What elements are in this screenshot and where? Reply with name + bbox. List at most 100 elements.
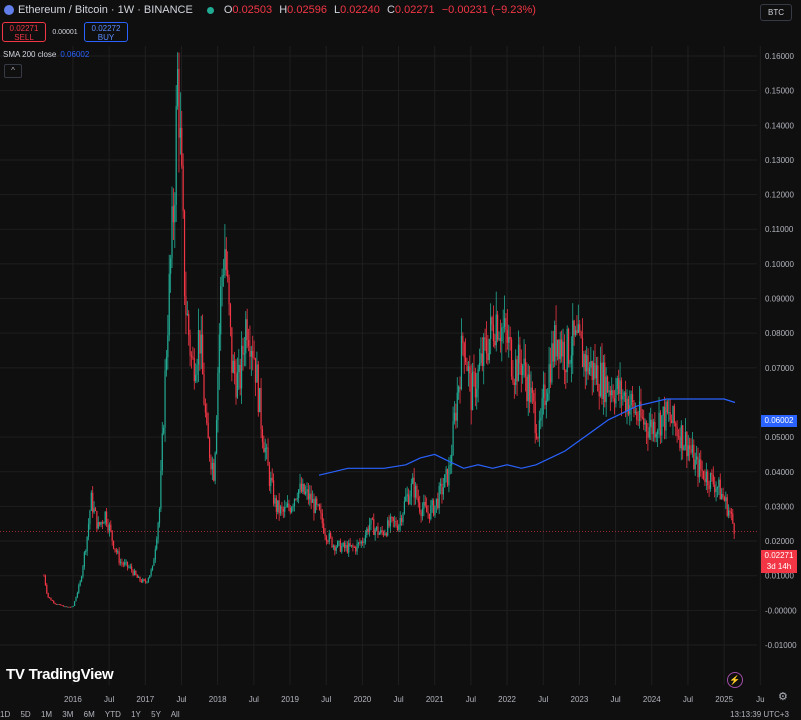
candle-body xyxy=(240,345,243,389)
candle-body xyxy=(577,324,579,334)
candle-body xyxy=(584,354,586,372)
candle-body xyxy=(630,394,632,406)
candle-body xyxy=(215,420,218,454)
y-tick-label: 0.08000 xyxy=(765,329,794,338)
candle-body xyxy=(213,462,215,481)
candle-body xyxy=(406,494,408,497)
candle-body xyxy=(595,365,598,379)
candle-body xyxy=(559,339,561,360)
candle-body xyxy=(583,354,585,368)
candle-body xyxy=(485,339,488,354)
spread-value: 0.00001 xyxy=(52,28,78,36)
candle-body xyxy=(218,334,220,373)
indicator-legend[interactable]: SMA 200 close 0.06002 xyxy=(3,50,89,59)
y-tick-label: 0.03000 xyxy=(765,502,794,511)
candle-body xyxy=(44,575,46,585)
candle-body xyxy=(271,477,273,481)
settings-gear-icon[interactable]: ⚙ xyxy=(778,690,788,703)
range-5d[interactable]: 5D xyxy=(20,710,30,719)
tradingview-logo[interactable]: TV TradingView xyxy=(6,666,114,683)
clock-display[interactable]: 13:13:39 UTC+3 xyxy=(730,710,789,719)
candle-body xyxy=(369,524,371,532)
candle-body xyxy=(266,447,268,449)
y-tick-label: 0.16000 xyxy=(765,52,794,61)
candle-body xyxy=(403,501,405,514)
candle-body xyxy=(164,370,166,428)
candle-body xyxy=(645,422,648,432)
range-all[interactable]: All xyxy=(171,710,180,719)
candle-body xyxy=(87,524,90,537)
logo-text: TradingView xyxy=(28,666,114,683)
candle-body xyxy=(654,421,656,438)
candle-body xyxy=(488,338,490,361)
currency-button[interactable]: BTC xyxy=(760,4,792,21)
candle-body xyxy=(250,350,252,357)
candle-body xyxy=(556,339,559,357)
range-6m[interactable]: 6M xyxy=(84,710,95,719)
x-tick-label: 2016 xyxy=(64,695,82,704)
lightning-icon[interactable]: ⚡ xyxy=(727,672,743,688)
candle-body xyxy=(114,548,116,550)
candle-body xyxy=(597,365,599,392)
candle-body xyxy=(314,498,316,513)
candle-body xyxy=(295,499,297,500)
candle-body xyxy=(150,569,152,576)
candle-body xyxy=(442,487,444,495)
candle-body xyxy=(259,388,261,412)
candle-body xyxy=(467,366,469,372)
candle-body xyxy=(261,429,264,443)
candle-body xyxy=(170,258,172,274)
x-tick-label: 2025 xyxy=(715,695,733,704)
candle-body xyxy=(502,326,504,328)
candle-body xyxy=(78,585,80,593)
buy-button[interactable]: 0.02272 BUY xyxy=(84,22,128,42)
range-3m[interactable]: 3M xyxy=(62,710,73,719)
candle-body xyxy=(684,432,687,447)
candle-body xyxy=(530,387,532,403)
candle-body xyxy=(446,468,449,486)
candle-body xyxy=(465,357,467,362)
candle-body xyxy=(48,597,51,599)
sell-price: 0.02271 xyxy=(9,24,39,33)
candle-body xyxy=(619,380,621,394)
candle-body xyxy=(239,364,241,389)
candle-body xyxy=(702,470,705,479)
candle-body xyxy=(402,513,404,523)
x-tick-label: 2018 xyxy=(209,695,227,704)
candle-body xyxy=(469,366,471,374)
range-ytd[interactable]: YTD xyxy=(105,710,121,719)
sell-button[interactable]: 0.02271 SELL xyxy=(2,22,46,42)
candle-body xyxy=(316,498,318,505)
candle-body xyxy=(275,498,277,512)
bottom-toolbar: 1D 5D 1M 3M 6M YTD 1Y 5Y All 13:13:39 UT… xyxy=(0,710,801,720)
range-1y[interactable]: 1Y xyxy=(131,710,141,719)
candle-body xyxy=(47,593,49,598)
candle-body xyxy=(602,362,604,399)
candle-body xyxy=(608,390,610,393)
candle-body xyxy=(375,526,378,530)
range-1m[interactable]: 1M xyxy=(41,710,52,719)
candle-body xyxy=(144,580,147,583)
candle-body xyxy=(716,487,719,489)
y-tick-label: 0.01000 xyxy=(765,572,794,581)
price-chart[interactable]: 0.16000 0.15000 0.14000 0.13000 0.12000 0.110… xyxy=(0,0,801,720)
candle-body xyxy=(542,384,545,399)
candle-body xyxy=(146,581,148,583)
candle-body xyxy=(175,106,177,205)
candle-body xyxy=(133,570,136,576)
y-tick-label: 0.12000 xyxy=(765,191,794,200)
candle-body xyxy=(730,511,732,514)
range-5y[interactable]: 5Y xyxy=(151,710,161,719)
candle-body xyxy=(147,578,149,582)
candle-body xyxy=(636,411,638,420)
candle-body xyxy=(615,388,617,404)
candle-body xyxy=(117,551,119,553)
candle-body xyxy=(331,537,333,548)
collapse-legend-button[interactable]: ^ xyxy=(4,64,22,78)
candle-body xyxy=(345,545,347,548)
candle-body xyxy=(609,390,611,396)
symbol-title[interactable]: Ethereum / Bitcoin · 1W · BINANCE xyxy=(18,4,193,16)
candle-body xyxy=(167,335,169,358)
candle-body xyxy=(561,339,563,357)
range-1d[interactable]: 1D xyxy=(0,710,10,719)
